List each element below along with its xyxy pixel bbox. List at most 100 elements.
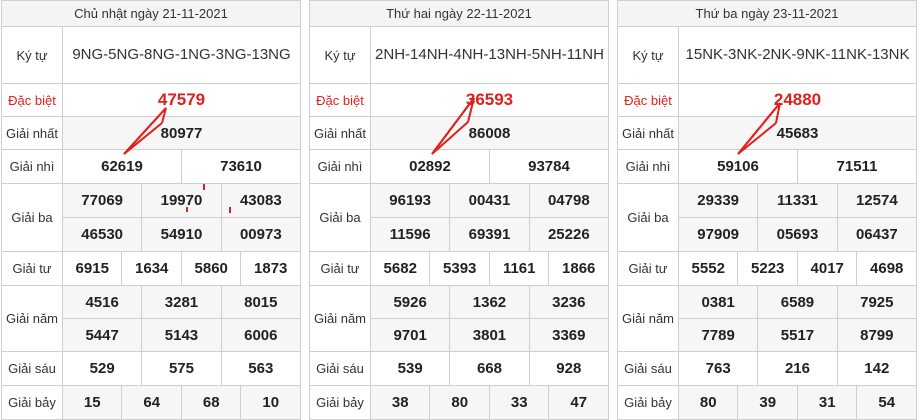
third-prize: 54910: [141, 217, 222, 252]
sixth-label: Giải sáu: [1, 351, 63, 386]
second-label: Giải nhì: [309, 149, 371, 184]
fifth-prize: 5517: [757, 318, 838, 352]
fifth-label: Giải năm: [1, 285, 63, 352]
fifth-prize: 8799: [836, 318, 918, 352]
sixth-prize: 539: [369, 351, 451, 386]
sixth-prize: 763: [677, 351, 759, 386]
fourth-label: Giải tư: [1, 251, 63, 286]
code-label: Ký tự: [617, 26, 679, 84]
fourth-label: Giải tư: [617, 251, 679, 286]
sixth-prize: 142: [836, 351, 918, 386]
second-prize: 59106: [678, 149, 798, 184]
fourth-prize: 4017: [796, 251, 858, 286]
fifth-prize: 4516: [61, 285, 143, 319]
fifth-prize: 3281: [141, 285, 222, 319]
second-prize: 73610: [180, 149, 302, 184]
code-value: 15NK-3NK-2NK-9NK-11NK-13NK: [678, 26, 917, 84]
fourth-prize: 4698: [856, 251, 917, 286]
result-panel: Thứ ba ngày 23-11-2021 Ký tự 15NK-3NK-2N…: [617, 0, 918, 420]
fifth-prize: 5926: [369, 285, 451, 319]
second-label: Giải nhì: [617, 149, 679, 184]
first-label: Giải nhất: [309, 116, 371, 150]
sixth-prize: 529: [61, 351, 143, 386]
special-label: Đặc biệt: [1, 83, 63, 117]
fourth-prize: 6915: [61, 251, 123, 286]
code-label: Ký tự: [309, 26, 371, 84]
fourth-prize: 1634: [121, 251, 182, 286]
seventh-prize: 10: [240, 385, 301, 420]
first-label: Giải nhất: [1, 116, 63, 150]
fifth-prize: 0381: [677, 285, 759, 319]
sixth-prize: 216: [757, 351, 838, 386]
third-label: Giải ba: [617, 183, 679, 252]
sixth-label: Giải sáu: [617, 351, 679, 386]
third-prize: 29339: [677, 183, 759, 218]
sixth-prize: 928: [528, 351, 610, 386]
special-prize: 47579: [62, 83, 301, 117]
fifth-prize: 9701: [369, 318, 451, 352]
third-prize: 06437: [836, 217, 918, 252]
fifth-prize: 3369: [528, 318, 610, 352]
seventh-label: Giải bảy: [617, 385, 679, 420]
fifth-prize: 3236: [528, 285, 610, 319]
result-panel: Chủ nhật ngày 21-11-2021 Ký tự 9NG-5NG-8…: [1, 0, 302, 420]
panel-date: Thứ hai ngày 22-11-2021: [309, 0, 609, 27]
second-prize: 02892: [370, 149, 490, 184]
first-prize: 80977: [62, 116, 301, 150]
special-prize: 36593: [370, 83, 609, 117]
panel-date: Chủ nhật ngày 21-11-2021: [1, 0, 301, 27]
third-prize: 05693: [757, 217, 838, 252]
third-prize: 43083: [220, 183, 302, 218]
fourth-prize: 5552: [677, 251, 739, 286]
sixth-prize: 668: [449, 351, 530, 386]
seventh-prize: 31: [796, 385, 858, 420]
sixth-prize: 575: [141, 351, 222, 386]
seventh-prize: 68: [180, 385, 242, 420]
third-prize: 19970: [141, 183, 222, 218]
seventh-prize: 47: [548, 385, 609, 420]
fourth-prize: 5860: [180, 251, 242, 286]
seventh-prize: 80: [677, 385, 739, 420]
result-table: Chủ nhật ngày 21-11-2021 Ký tự 9NG-5NG-8…: [1, 0, 302, 420]
fourth-prize: 5393: [429, 251, 490, 286]
third-prize: 11331: [757, 183, 838, 218]
sixth-prize: 563: [220, 351, 302, 386]
third-prize: 11596: [369, 217, 451, 252]
seventh-label: Giải bảy: [1, 385, 63, 420]
result-panel: Thứ hai ngày 22-11-2021 Ký tự 2NH-14NH-4…: [309, 0, 610, 420]
second-label: Giải nhì: [1, 149, 63, 184]
third-label: Giải ba: [1, 183, 63, 252]
code-value: 9NG-5NG-8NG-1NG-3NG-13NG: [62, 26, 301, 84]
seventh-label: Giải bảy: [309, 385, 371, 420]
third-prize: 25226: [528, 217, 610, 252]
seventh-prize: 38: [369, 385, 431, 420]
fourth-prize: 1866: [548, 251, 609, 286]
special-prize: 24880: [678, 83, 917, 117]
third-prize: 96193: [369, 183, 451, 218]
fifth-prize: 6006: [220, 318, 302, 352]
third-prize: 12574: [836, 183, 918, 218]
seventh-prize: 54: [856, 385, 917, 420]
third-prize: 00431: [449, 183, 530, 218]
seventh-prize: 33: [488, 385, 550, 420]
seventh-prize: 39: [737, 385, 798, 420]
fifth-prize: 6589: [757, 285, 838, 319]
special-label: Đặc biệt: [309, 83, 371, 117]
fifth-prize: 7925: [836, 285, 918, 319]
fifth-prize: 7789: [677, 318, 759, 352]
seventh-prize: 64: [121, 385, 182, 420]
fifth-prize: 5143: [141, 318, 222, 352]
fifth-label: Giải năm: [617, 285, 679, 352]
second-prize: 71511: [796, 149, 918, 184]
fifth-prize: 5447: [61, 318, 143, 352]
third-prize: 97909: [677, 217, 759, 252]
third-prize: 04798: [528, 183, 610, 218]
fifth-prize: 8015: [220, 285, 302, 319]
panel-date: Thứ ba ngày 23-11-2021: [617, 0, 917, 27]
fifth-label: Giải năm: [309, 285, 371, 352]
third-prize: 77069: [61, 183, 143, 218]
second-prize: 93784: [488, 149, 610, 184]
fourth-label: Giải tư: [309, 251, 371, 286]
fourth-prize: 1873: [240, 251, 301, 286]
seventh-prize: 15: [61, 385, 123, 420]
